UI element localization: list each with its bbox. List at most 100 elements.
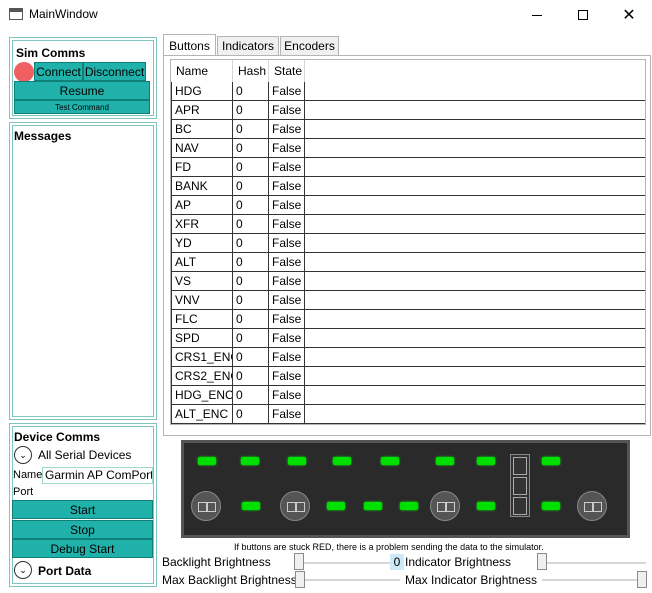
cell-hash[interactable]: 0 [233,196,269,215]
tab-encoders[interactable]: Encoders [280,36,339,56]
cell-name[interactable]: CRS1_ENC [171,348,233,367]
cell-state[interactable]: False [269,310,305,329]
cell-state[interactable]: False [269,405,305,424]
cell-name[interactable]: XFR [171,215,233,234]
cell-hash[interactable]: 0 [233,310,269,329]
maximize-button[interactable] [560,0,606,30]
encoder-knob-icon[interactable] [577,491,607,521]
debug-start-button[interactable]: Debug Start [12,539,153,558]
column-header-hash[interactable]: Hash [233,60,269,82]
expand-serial-devices-chevron-icon[interactable]: ⌄ [14,446,32,464]
cell-name[interactable]: APR [171,101,233,120]
cell-name[interactable]: BANK [171,177,233,196]
expand-port-data-chevron-icon[interactable]: ⌄ [14,561,32,579]
backlight-slider-track [297,562,390,564]
backlight-slider-thumb[interactable] [294,553,304,570]
cell-state[interactable]: False [269,82,305,101]
cell-name[interactable]: HDG_ENC [171,386,233,405]
cell-state[interactable]: False [269,367,305,386]
cell-hash[interactable]: 0 [233,367,269,386]
cell-state[interactable]: False [269,158,305,177]
max-indicator-slider-thumb[interactable] [637,571,647,588]
switch-segment [513,477,527,495]
cell-hash[interactable]: 0 [233,348,269,367]
cell-hash[interactable]: 0 [233,272,269,291]
cell-name[interactable]: ALT_ENC [171,405,233,424]
cell-hash[interactable]: 0 [233,139,269,158]
window-title: MainWindow [29,7,98,21]
cell-name[interactable]: AP [171,196,233,215]
cell-hash[interactable]: 0 [233,120,269,139]
cell-name[interactable]: FD [171,158,233,177]
connect-button[interactable]: Connect [34,62,83,81]
connection-status-indicator [14,62,34,82]
device-name-field[interactable]: Garmin AP ComPort [42,467,153,484]
max-indicator-slider-track [542,579,640,581]
column-header-state[interactable]: State [269,60,305,82]
cell-state[interactable]: False [269,253,305,272]
cell-hash[interactable]: 0 [233,215,269,234]
cell-state[interactable]: False [269,177,305,196]
indicator-led [241,457,259,465]
minimize-button[interactable] [514,0,560,30]
cell-hash[interactable]: 0 [233,234,269,253]
cell-hash[interactable]: 0 [233,386,269,405]
cell-hash[interactable]: 0 [233,177,269,196]
cell-state[interactable]: False [269,291,305,310]
cell-state[interactable]: False [269,234,305,253]
device-comms-panel: Device Comms ⌄ All Serial Devices Name G… [9,423,157,587]
indicator-slider-thumb[interactable] [537,553,547,570]
encoder-knob-icon[interactable] [280,491,310,521]
cell-name[interactable]: SPD [171,329,233,348]
messages-panel: Messages [9,122,157,420]
cell-hash[interactable]: 0 [233,158,269,177]
sim-comms-title: Sim Comms [16,46,86,60]
max-backlight-slider-thumb[interactable] [295,571,305,588]
encoder-knob-icon[interactable] [191,491,221,521]
cell-state[interactable]: False [269,272,305,291]
tab-indicators[interactable]: Indicators [217,36,279,56]
app-window-icon [9,8,23,20]
indicator-led [400,502,418,510]
indicator-slider-track [542,562,646,564]
stop-button[interactable]: Stop [12,520,153,539]
column-header-name[interactable]: Name [171,60,233,82]
cell-name[interactable]: VS [171,272,233,291]
cell-hash[interactable]: 0 [233,291,269,310]
indicator-led [381,457,399,465]
close-button[interactable]: ✕ [606,0,652,30]
cell-state[interactable]: False [269,196,305,215]
cell-hash[interactable]: 0 [233,82,269,101]
vertical-switch[interactable] [510,454,530,517]
start-button[interactable]: Start [12,500,153,519]
test-command-button[interactable]: Test Command [14,100,150,114]
tab-buttons[interactable]: Buttons [163,34,216,56]
cell-hash[interactable]: 0 [233,101,269,120]
cell-state[interactable]: False [269,386,305,405]
cell-name[interactable]: ALT [171,253,233,272]
cell-name[interactable]: YD [171,234,233,253]
resume-button[interactable]: Resume [14,81,150,100]
disconnect-button[interactable]: Disconnect [83,62,146,81]
cell-hash[interactable]: 0 [233,329,269,348]
cell-name[interactable]: CRS2_ENC [171,367,233,386]
cell-hash[interactable]: 0 [233,405,269,424]
cell-hash[interactable]: 0 [233,253,269,272]
cell-state[interactable]: False [269,101,305,120]
backlight-brightness-label: Backlight Brightness [162,555,271,569]
cell-name[interactable]: NAV [171,139,233,158]
cell-name[interactable]: BC [171,120,233,139]
encoder-knob-icon[interactable] [430,491,460,521]
cell-state[interactable]: False [269,215,305,234]
cell-name[interactable]: VNV [171,291,233,310]
cell-state[interactable]: False [269,329,305,348]
cell-state[interactable]: False [269,120,305,139]
all-serial-devices-label: All Serial Devices [38,448,132,462]
cell-state[interactable]: False [269,348,305,367]
buttons-data-grid[interactable]: Name Hash State HDG 0 False APR 0 False BC 0 Fal… [170,59,646,425]
switch-segment [513,497,527,515]
cell-name[interactable]: HDG [171,82,233,101]
cell-state[interactable]: False [269,139,305,158]
cell-name[interactable]: FLC [171,310,233,329]
port-data-label: Port Data [38,564,92,578]
